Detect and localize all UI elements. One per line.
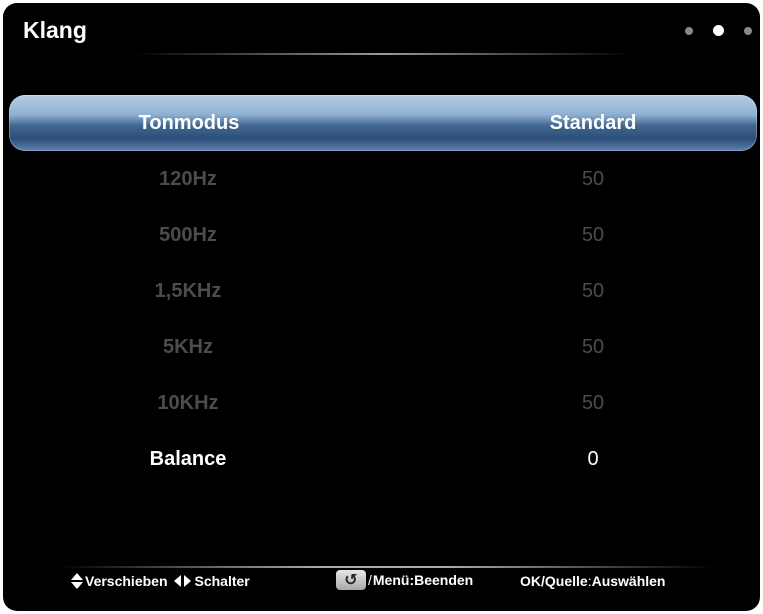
move-label: Verschieben xyxy=(85,573,168,589)
row-value: 50 xyxy=(581,280,605,302)
menu-row-10khz[interactable]: 10KHz 50 xyxy=(3,383,760,423)
title-divider xyxy=(133,53,633,55)
row-label: Balance xyxy=(149,448,227,470)
row-label: 10KHz xyxy=(157,392,219,414)
row-value: 50 xyxy=(581,224,605,246)
menu-title: Klang xyxy=(23,17,87,43)
sound-menu-window: Klang Tonmodus Standard 120Hz 50 500Hz 5… xyxy=(3,3,760,611)
hint-select: OK/Quelle : Auswählen xyxy=(520,573,665,589)
page-indicator xyxy=(685,25,752,36)
menu-row-120hz[interactable]: 120Hz 50 xyxy=(3,159,760,199)
menu-row-balance[interactable]: Balance 0 xyxy=(3,439,760,479)
row-label: 1,5KHz xyxy=(154,280,222,302)
page-dot-3 xyxy=(744,26,752,35)
left-right-arrow-icon xyxy=(173,574,192,588)
row-value: 50 xyxy=(581,336,605,358)
slash-separator: / xyxy=(368,572,372,588)
row-label: 500Hz xyxy=(159,224,217,246)
menu-exit-label: Menü:Beenden xyxy=(372,572,474,588)
menu-row-tonmodus[interactable]: Tonmodus Standard xyxy=(9,95,757,151)
page-dot-1 xyxy=(685,26,693,35)
menu-row-5khz[interactable]: 5KHz 50 xyxy=(3,327,760,367)
menu-row-500hz[interactable]: 500Hz 50 xyxy=(3,215,760,255)
row-value: 0 xyxy=(587,448,599,470)
select-label: Auswählen xyxy=(591,573,666,589)
up-down-arrow-icon xyxy=(71,573,83,589)
row-value: 50 xyxy=(581,168,605,190)
row-value: 50 xyxy=(581,392,605,414)
page-dot-2-active xyxy=(713,25,724,36)
ok-source-key: OK/Quelle xyxy=(520,573,588,589)
back-icon: ↺ xyxy=(336,570,366,590)
menu-row-1-5khz[interactable]: 1,5KHz 50 xyxy=(3,271,760,311)
row-label: 5KHz xyxy=(162,336,213,358)
row-label: 120Hz xyxy=(159,168,217,190)
hint-move: Verschieben Schalter xyxy=(71,573,250,589)
row-label: Tonmodus xyxy=(138,112,240,134)
footer-divider xyxy=(58,566,713,568)
footer-hints: Verschieben Schalter ↺ / Menü:Beenden OK… xyxy=(3,570,760,596)
switch-label: Schalter xyxy=(194,573,250,589)
hint-exit: ↺ / Menü:Beenden xyxy=(336,570,473,590)
row-value: Standard xyxy=(549,112,637,134)
